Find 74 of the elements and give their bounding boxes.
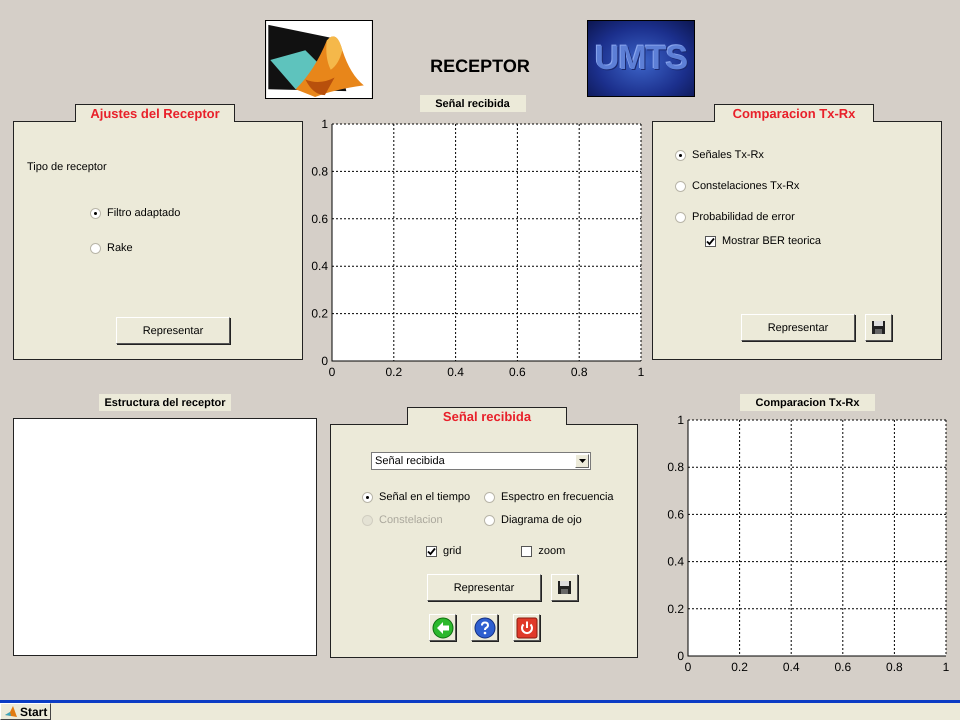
checkbox[interactable] [426,546,437,556]
axis-tick-label: 0.8 [886,660,903,674]
axis-tick-label: 0.2 [731,660,748,674]
save-button[interactable] [865,314,892,341]
option-label: Diagrama de ojo [501,514,582,526]
radio-button[interactable] [675,212,686,222]
dropdown[interactable]: Señal recibida [371,452,591,470]
start-button[interactable]: Start [0,703,52,720]
start-label: Start [20,704,48,718]
axis-tick-label: 0.8 [667,460,684,474]
axis-tick-label: 1 [638,365,644,379]
radio-button[interactable] [90,208,101,218]
help-button[interactable] [471,614,498,641]
option-label: Constelacion [379,514,443,526]
radio-button[interactable] [484,492,495,502]
help-icon [474,616,496,638]
axis-tick-label: 0.8 [570,365,588,379]
axis-tick-label: 0.2 [311,306,328,321]
option-label: Rake [107,242,133,254]
axis-tick-label: 0 [677,649,684,663]
surface-peak-icon [4,705,18,718]
option-label: zoom [538,545,566,557]
app-title: RECEPTOR [430,56,530,78]
axis-tick-label: 1 [321,117,328,131]
plot-title: Comparacion Tx-Rx [740,394,875,411]
axis-tick-label: 0 [321,354,328,368]
axis-tick-label: 0.6 [311,212,328,226]
logo-text: UMTS [594,39,688,78]
axis-tick-label: 0.2 [385,365,402,379]
radio-button[interactable] [362,492,373,502]
axis-tick-label: 0 [684,660,692,674]
option-label: Filtro adaptado [107,207,180,219]
radio-button[interactable] [675,180,686,192]
radio-button[interactable] [675,150,686,160]
radio-button[interactable] [90,242,101,254]
panel-title: Estructura del receptor [99,394,231,411]
axis-tick-label: 0 [328,365,336,379]
axis-tick-label: 0.4 [447,365,464,379]
axis-tick-label: 0.4 [782,660,800,674]
axis-tick-label: 1 [677,413,684,427]
panel-title: Comparacion Tx-Rx [732,106,856,121]
option-label: Constelaciones Tx-Rx [692,180,800,192]
panel-title: Ajustes del Receptor [90,106,220,121]
axis-tick-label: 0.8 [311,164,328,178]
option-label: Mostrar BER teorica [722,235,822,247]
axis-tick-label: 0.6 [834,660,852,674]
caret-icon [578,459,586,463]
back-button[interactable] [429,614,456,641]
radio-button[interactable] [484,514,495,526]
checkbox[interactable] [705,236,716,246]
option-label: grid [443,545,462,557]
checkmark-icon [706,236,715,246]
axis-tick-label: 0.6 [509,365,526,379]
field-label: Tipo de receptor [27,161,108,173]
checkbox[interactable] [521,546,532,556]
option-label: Probabilidad de error [692,211,795,223]
axis-tick-label: 0.6 [667,507,684,522]
exit-button[interactable] [513,614,540,641]
plot-title: Señal recibida [420,95,526,112]
plot-button[interactable]: Representar [427,574,541,601]
option-label: Señales Tx-Rx [692,149,764,161]
option-label: Señal en el tiempo [379,491,470,503]
save-button[interactable] [551,574,578,601]
panel-title: Señal recibida [442,409,532,424]
plot-button[interactable]: Representar [741,314,855,341]
axis-tick-label: 1 [942,660,950,674]
option-label: Espectro en frecuencia [501,491,614,503]
axis-tick-label: 0.2 [667,602,684,616]
checkmark-icon [427,546,436,556]
dropdown-value: Señal recibida [375,455,445,467]
power-icon [516,616,538,638]
axis-tick-label: 0.4 [311,259,328,274]
axis-tick-label: 0.4 [667,554,684,569]
plot-button[interactable]: Representar [116,317,230,344]
